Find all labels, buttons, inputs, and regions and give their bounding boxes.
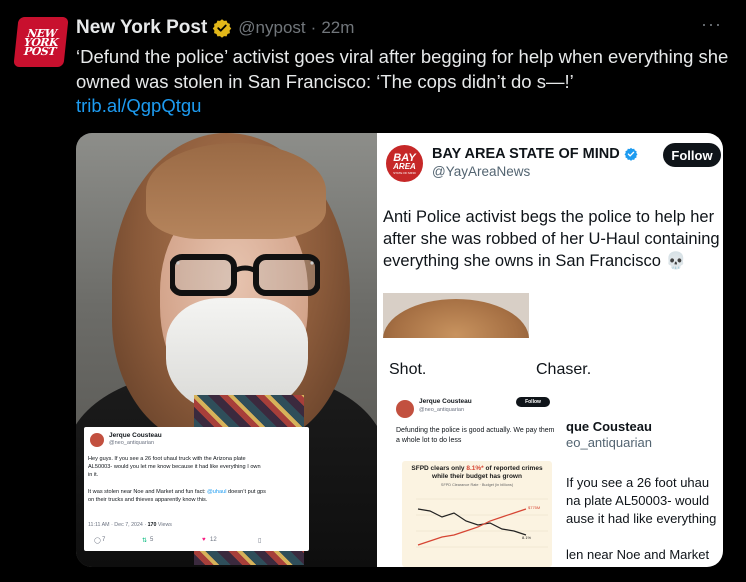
tweet[interactable]: NEW YORK POST New York Post @nypost · 22… — [0, 0, 746, 582]
chart-lines: $775M 8.1% — [416, 498, 548, 548]
chart-title-pre: SFPD clears only — [411, 465, 465, 472]
logo-word: AREA — [393, 161, 416, 171]
inset-tweet-screenshot: Jerque Cousteau @neo_antiquarian Hey guy… — [84, 427, 309, 551]
chart-title-highlight: 8.1%* — [466, 465, 484, 472]
tweet-text: ‘Defund the police’ activist goes viral … — [76, 46, 729, 92]
zoom-text-line: ause it had like everything — [566, 511, 717, 526]
portrait-photo: Jerque Cousteau @neo_antiquarian Hey guy… — [76, 133, 377, 567]
inset-text-line: It was stolen near Noe and Market and fu… — [88, 489, 266, 495]
panel-author-name-text: BAY AREA STATE OF MIND — [432, 146, 620, 162]
inset-text-line: in it. — [88, 472, 99, 478]
inset-avatar — [90, 433, 104, 447]
chart-label-budget: $775M — [528, 505, 540, 510]
logo-word: STATE OF MIND — [393, 170, 416, 175]
sub-tweet-screenshot: Jerque Cousteau @neo_antiquarian Follow … — [388, 393, 560, 567]
inset-timestamp: 11:11 AM · Dec 7, 2024 · — [88, 522, 147, 528]
inset-text-line: Hey guys. If you see a 26 foot uhaul tru… — [88, 456, 246, 462]
zoom-text-line: If you see a 26 foot uhau — [566, 475, 710, 490]
bay-area-logo: BAY AREA STATE OF MIND — [386, 145, 423, 182]
inset-author-name: Jerque Cousteau — [109, 432, 162, 439]
zoom-text-line: len near Noe and Market — [566, 547, 710, 562]
author-name[interactable]: New York Post — [76, 17, 207, 39]
inset-views-label: Views — [157, 522, 172, 528]
clearance-chart-image: SFPD clears only 8.1%* of reported crime… — [402, 461, 552, 567]
tweet-link[interactable]: trib.al/QgpQtgu — [76, 95, 201, 117]
panel-follow-button: Follow — [663, 143, 721, 167]
more-options-icon[interactable]: ··· — [701, 14, 722, 35]
avatar-logo-line: POST — [23, 44, 57, 58]
inset-text-line: on their trucks and thieves apparently k… — [88, 497, 208, 503]
sub-avatar — [396, 400, 414, 418]
chart-title: SFPD clears only 8.1%* of reported crime… — [406, 465, 548, 480]
sub-follow-button: Follow — [516, 397, 550, 407]
separator: · — [310, 18, 317, 37]
inset-repost-count: 5 — [150, 537, 154, 543]
tweet-timestamp[interactable]: 22m — [321, 18, 354, 38]
sub-author-handle: @neo_antiquarian — [419, 407, 465, 413]
quoted-post-screenshot: BAY AREA STATE OF MIND BAY AREA STATE OF… — [377, 133, 723, 567]
verified-badge-icon — [213, 19, 232, 38]
glasses — [170, 254, 320, 296]
inset-repost-icon: ⇅ — [142, 538, 148, 544]
inset-bookmark-icon: ▯ — [258, 538, 262, 544]
inset-reply-icon: ◯ — [94, 538, 101, 544]
panel-author-handle: @YayAreaNews — [432, 164, 531, 179]
logo-word: BAY — [393, 151, 416, 164]
panel-verified-icon — [624, 147, 638, 161]
panel-photo-thumbnail — [383, 293, 529, 338]
sub-tweet-text: Defunding the police is good actually. W… — [396, 427, 555, 444]
shot-label: Shot. — [389, 361, 427, 378]
inset-mention-link: @uhaul — [207, 489, 227, 495]
inset-text-line: AL50003- would you let me know because i… — [88, 464, 261, 470]
author-avatar[interactable]: NEW YORK POST — [13, 17, 69, 67]
tweet-header: New York Post @nypost · 22m — [76, 16, 354, 40]
chart-label-rate: 8.1% — [522, 535, 532, 540]
inset-meta: 11:11 AM · Dec 7, 2024 · 170 Views — [88, 522, 172, 528]
inset-views-count: 170 — [147, 522, 157, 528]
sub-author-name: Jerque Cousteau — [419, 398, 472, 405]
chaser-label: Chaser. — [536, 361, 592, 378]
panel-post-text: Anti Police activist begs the police to … — [383, 208, 720, 270]
inset-reply-count: 7 — [102, 537, 106, 543]
author-handle[interactable]: @nypost — [238, 18, 305, 38]
inset-actions: ◯ 7 ⇅ 5 ♥ 12 ▯ — [94, 537, 294, 547]
inset-like-icon: ♥ — [202, 537, 206, 543]
zoom-text-line: na plate AL50003- would — [566, 493, 710, 508]
bangs — [146, 143, 326, 239]
zoom-author-name: que Cousteau — [566, 419, 652, 434]
tweet-media[interactable]: Jerque Cousteau @neo_antiquarian Hey guy… — [76, 133, 723, 567]
inset-author-handle: @neo_antiquarian — [109, 440, 155, 446]
panel-author-name: BAY AREA STATE OF MIND — [432, 146, 638, 162]
zoom-author-handle: eo_antiquarian — [566, 435, 653, 450]
inset-like-count: 12 — [210, 537, 217, 543]
